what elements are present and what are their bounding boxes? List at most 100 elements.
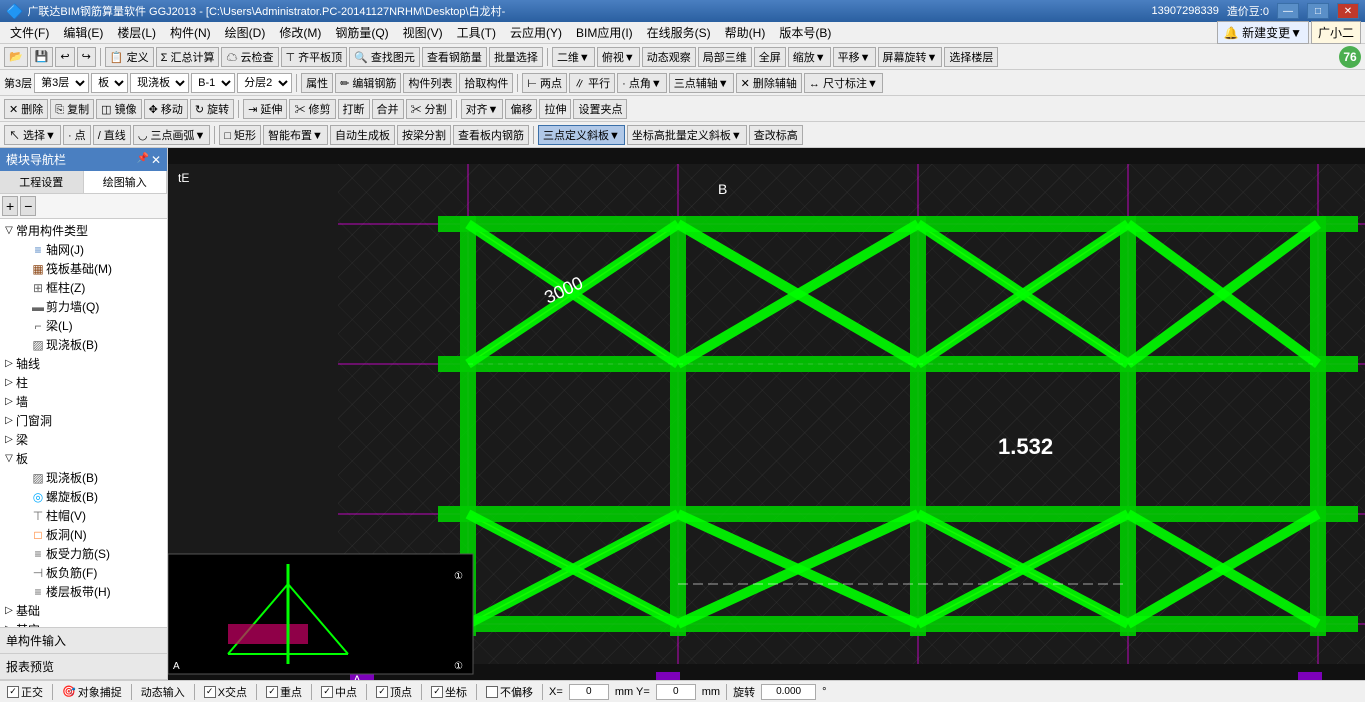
menu-bim[interactable]: BIM应用(I) [570,22,639,43]
menu-edit[interactable]: 编辑(E) [57,22,109,43]
tb-parallel[interactable]: ∥ 平行 [569,73,615,93]
tree-spiral-slab[interactable]: ◎ 螺旋板(B) [16,487,165,506]
tb-break[interactable]: 打断 [338,99,370,119]
subtype-select[interactable]: 现浇板 [130,73,189,93]
status-no-offset[interactable]: 不偏移 [483,684,536,700]
tree-foundation[interactable]: ▷ 基础 [2,601,165,620]
tree-slab-stress-bar[interactable]: ≡ 板受力筋(S) [16,544,165,563]
tb-view-board-rebar[interactable]: 查看板内钢筋 [453,125,529,145]
tree-axis[interactable]: ≡ 轴网(J) [16,240,165,259]
toolbar-view-rebar[interactable]: 查看钢筋量 [422,47,487,67]
tree-floor-band[interactable]: ≡ 楼层板带(H) [16,582,165,601]
sidebar-tab-settings[interactable]: 工程设置 [0,171,84,193]
region-select[interactable]: 分层2 [237,73,292,93]
status-endpoint[interactable]: ✓ 重点 [263,684,305,700]
type-select[interactable]: 板 [91,73,128,93]
tb-delete[interactable]: ✕ 删除 [4,99,48,119]
tb-stretch[interactable]: 拉伸 [539,99,571,119]
toolbar-define[interactable]: 📋 定义 [105,47,154,67]
tb-point-angle[interactable]: · 点角▼ [617,73,667,93]
tb-delete-axis[interactable]: ✕ 删除辅轴 [736,73,802,93]
sidebar-pin-icon[interactable]: 📌 [136,153,148,167]
tb-extend[interactable]: ⇥ 延伸 [243,99,287,119]
toolbar-summary[interactable]: Σ 汇总计算 [156,47,220,67]
tree-wall[interactable]: ▷ 墙 [2,392,165,411]
tb-point-draw[interactable]: · 点 [63,125,91,145]
menu-view[interactable]: 视图(V) [397,22,449,43]
tb-align[interactable]: 对齐▼ [461,99,504,119]
tb-line-draw[interactable]: / 直线 [93,125,131,145]
tb-three-point-slope[interactable]: 三点定义斜板▼ [538,125,625,145]
menu-cloud[interactable]: 云应用(Y) [504,22,568,43]
toolbar-select-floor[interactable]: 选择楼层 [944,47,998,67]
tree-door-win[interactable]: ▷ 门窗洞 [2,411,165,430]
status-vertex[interactable]: ✓ 顶点 [373,684,415,700]
sidebar-tab-draw[interactable]: 绘图输入 [84,171,168,193]
add-icon[interactable]: + [2,196,18,216]
toolbar-screen-rotate[interactable]: 屏幕旋转▼ [878,47,943,67]
tb-three-point-axis[interactable]: 三点辅轴▼ [669,73,734,93]
tree-common[interactable]: ▽ 常用构件类型 [2,221,165,240]
menu-tools[interactable]: 工具(T) [451,22,502,43]
tb-coord-slope[interactable]: 坐标高批量定义斜板▼ [627,125,747,145]
menu-version[interactable]: 版本号(B) [773,22,837,43]
canvas-area[interactable]: 3000 1.532 .690 .690 B A ① ② tE [168,148,1365,680]
toolbar-local3d[interactable]: 局部三维 [698,47,752,67]
tb-rect[interactable]: □ 矩形 [219,125,261,145]
tree-slab-opening[interactable]: □ 板洞(N) [16,525,165,544]
tree-axisline[interactable]: ▷ 轴线 [2,354,165,373]
report-preview-btn[interactable]: 报表预览 [0,654,167,680]
toolbar-open[interactable]: 📂 [4,47,28,67]
tb-by-beam-split[interactable]: 按梁分割 [397,125,451,145]
tree-other[interactable]: ▷ 其它 [2,620,165,627]
status-midpoint[interactable]: ✓ 中点 [318,684,360,700]
tb-divide[interactable]: ✂ 分割 [406,99,452,119]
tree-beam[interactable]: ⌐ 梁(L) [16,316,165,335]
tb-properties[interactable]: 属性 [301,73,333,93]
status-orthogonal[interactable]: ✓ 正交 [4,684,46,700]
single-component-btn[interactable]: 单构件输入 [0,628,167,654]
sidebar-close-icon[interactable]: ✕ [151,153,161,167]
tb-offset[interactable]: 偏移 [505,99,537,119]
toolbar-cloud-check[interactable]: ☁ 云检查 [221,47,278,67]
status-coord[interactable]: ✓ 坐标 [428,684,470,700]
minus-icon[interactable]: − [20,196,36,216]
tree-cast-slab2[interactable]: ▨ 现浇板(B) [16,468,165,487]
toolbar-topview[interactable]: 俯视▼ [597,47,640,67]
toolbar-dynamic[interactable]: 动态观察 [642,47,696,67]
status-object-snap[interactable]: 🎯 对象捕捉 [59,684,125,700]
rotate-input[interactable] [761,684,816,700]
tb-copy[interactable]: ⎘ 复制 [50,99,94,119]
menu-rebar[interactable]: 钢筋量(Q) [329,22,394,43]
tb-mirror[interactable]: ◫ 镜像 [96,99,141,119]
toolbar-batch-select[interactable]: 批量选择 [489,47,543,67]
toolbar-pan[interactable]: 平移▼ [833,47,876,67]
toolbar-align-top[interactable]: ⊤ 齐平板顶 [281,47,348,67]
toolbar-undo[interactable]: ↩ [55,47,74,67]
status-dynamic-input[interactable]: 动态输入 [138,684,188,700]
menu-component[interactable]: 构件(N) [164,22,217,43]
tb-select[interactable]: ↖ 选择▼ [4,125,61,145]
tb-arc[interactable]: ◡ 三点画弧▼ [133,125,211,145]
menu-new-change[interactable]: 🔔 新建变更▼ [1217,21,1309,44]
tb-set-clamp[interactable]: 设置夹点 [573,99,627,119]
toolbar-zoom[interactable]: 缩放▼ [788,47,831,67]
tree-slab[interactable]: ▽ 板 [2,449,165,468]
tb-merge[interactable]: 合并 [372,99,404,119]
toolbar-fullscreen[interactable]: 全屏 [754,47,786,67]
tb-edit-rebar[interactable]: ✏ 编辑钢筋 [335,73,401,93]
toolbar-2d[interactable]: 二维▼ [552,47,595,67]
tb-pick[interactable]: 拾取构件 [459,73,513,93]
close-button[interactable]: ✕ [1337,3,1359,19]
tb-dimension[interactable]: ↔ 尺寸标注▼ [804,73,883,93]
minimize-button[interactable]: — [1277,3,1299,19]
tree-col-cap[interactable]: ⊤ 柱帽(V) [16,506,165,525]
toolbar-redo[interactable]: ↪ [77,47,96,67]
tb-check-height[interactable]: 查改标高 [749,125,803,145]
tb-two-point[interactable]: ⊢ 两点 [522,73,567,93]
tb-move[interactable]: ✥ 移动 [144,99,188,119]
x-input[interactable] [569,684,609,700]
maximize-button[interactable]: □ [1307,3,1329,19]
menu-online[interactable]: 在线服务(S) [641,22,717,43]
tb-smart-layout[interactable]: 智能布置▼ [263,125,328,145]
